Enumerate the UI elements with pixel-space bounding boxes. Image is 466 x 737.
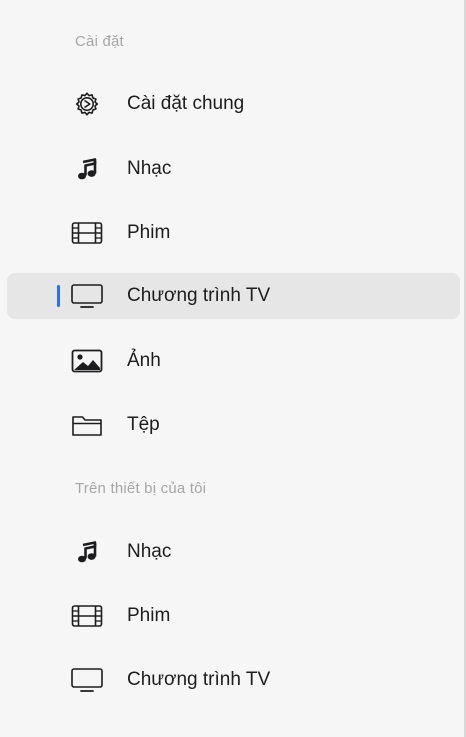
section-header-settings: Cài đặt [75, 33, 124, 50]
sidebar-item-label: Chương trình TV [127, 285, 271, 306]
tv-icon [69, 666, 105, 694]
sidebar-item-general-settings[interactable]: Cài đặt chung [7, 81, 460, 127]
sidebar-item-files[interactable]: Tệp [7, 402, 460, 448]
sidebar-item-label: Cài đặt chung [127, 93, 245, 114]
selection-indicator [57, 285, 60, 307]
sidebar-item-movies[interactable]: Phim [7, 210, 460, 256]
film-icon [69, 219, 105, 247]
section-header-on-my-device: Trên thiết bị của tôi [75, 480, 207, 497]
sidebar-item-label: Phim [127, 222, 171, 243]
sidebar-item-label: Phim [127, 605, 171, 626]
music-note-icon [69, 538, 105, 566]
sidebar-item-label: Nhạc [127, 541, 172, 562]
sidebar-item-tv-shows[interactable]: Chương trình TV [7, 273, 460, 319]
sidebar: Cài đặt Cài đặt chung Nhạc Phim Chương t… [0, 0, 466, 737]
device-item-tv-shows[interactable]: Chương trình TV [7, 657, 460, 703]
sidebar-item-music[interactable]: Nhạc [7, 146, 460, 192]
folder-icon [69, 411, 105, 439]
gear-icon [69, 90, 105, 118]
sidebar-item-label: Nhạc [127, 158, 172, 179]
sidebar-item-photos[interactable]: Ảnh [7, 338, 460, 384]
music-note-icon [69, 155, 105, 183]
photo-icon [69, 347, 105, 375]
sidebar-item-label: Chương trình TV [127, 669, 271, 690]
sidebar-item-label: Tệp [127, 414, 160, 435]
device-item-movies[interactable]: Phim [7, 593, 460, 639]
film-icon [69, 602, 105, 630]
device-item-music[interactable]: Nhạc [7, 529, 460, 575]
sidebar-item-label: Ảnh [127, 350, 161, 371]
tv-icon [69, 282, 105, 310]
